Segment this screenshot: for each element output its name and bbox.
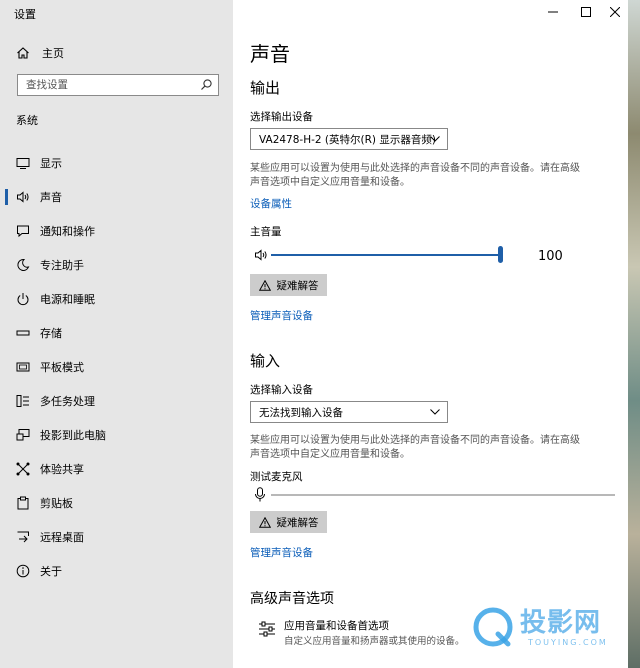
sidebar-item-shared-experiences[interactable]: 体验共享 xyxy=(0,452,233,486)
input-troubleshoot-button[interactable]: 疑难解答 xyxy=(250,511,327,533)
sidebar-item-label: 关于 xyxy=(40,565,62,578)
sidebar-item-tablet-mode[interactable]: 平板模式 xyxy=(0,350,233,384)
close-button[interactable] xyxy=(605,4,625,20)
sidebar-item-label: 平板模式 xyxy=(40,361,84,374)
sidebar-item-multitasking[interactable]: 多任务处理 xyxy=(0,384,233,418)
watermark-subtext: TOUYING.COM xyxy=(528,638,608,647)
multitask-icon xyxy=(16,395,29,407)
master-volume-label: 主音量 xyxy=(250,226,282,238)
moon-icon xyxy=(17,258,30,271)
sidebar-item-notifications[interactable]: 通知和操作 xyxy=(0,214,233,248)
sidebar-item-label: 存储 xyxy=(40,327,62,340)
sidebar-item-clipboard[interactable]: 剪贴板 xyxy=(0,486,233,520)
mic-test-label: 测试麦克风 xyxy=(250,471,303,483)
warning-icon xyxy=(258,516,271,528)
home-icon xyxy=(17,47,29,59)
sidebar-item-remote-desktop[interactable]: 远程桌面 xyxy=(0,520,233,554)
watermark-logo: 投影网 TOUYING.COM xyxy=(470,602,630,652)
troubleshoot-label: 疑难解答 xyxy=(276,516,319,529)
volume-speaker-icon[interactable] xyxy=(254,248,268,262)
maximize-icon xyxy=(581,7,591,17)
volume-fill xyxy=(271,254,503,256)
device-properties-link[interactable]: 设备属性 xyxy=(250,196,292,211)
output-device-label: 选择输出设备 xyxy=(250,111,313,123)
section-label-system: 系统 xyxy=(16,114,38,127)
sliders-icon xyxy=(259,621,275,637)
watermark-q-icon xyxy=(473,607,513,647)
sidebar-item-label: 远程桌面 xyxy=(40,531,84,544)
maximize-button[interactable] xyxy=(576,4,596,20)
sidebar-item-label: 电源和睡眠 xyxy=(40,293,95,306)
sidebar-item-label: 投影到此电脑 xyxy=(40,429,106,442)
sidebar-item-label: 声音 xyxy=(40,191,62,204)
project-icon xyxy=(16,429,30,441)
watermark-text: 投影网 xyxy=(520,608,602,638)
volume-thumb[interactable] xyxy=(498,246,503,263)
sidebar-item-storage[interactable]: 存储 xyxy=(0,316,233,350)
chevron-down-icon xyxy=(430,409,440,415)
notification-icon xyxy=(17,225,29,238)
storage-icon xyxy=(16,330,30,336)
minimize-button[interactable] xyxy=(543,4,563,20)
output-device-value: VA2478-H-2 (英特尔(R) 显示器音频) xyxy=(259,133,436,146)
warning-icon xyxy=(258,279,271,291)
chevron-down-icon xyxy=(430,136,440,142)
window-title: 设置 xyxy=(14,8,36,21)
output-device-dropdown[interactable]: VA2478-H-2 (英特尔(R) 显示器音频) xyxy=(250,128,448,150)
desktop-background xyxy=(628,0,640,668)
sidebar-item-label: 显示 xyxy=(40,157,62,170)
output-manage-devices-link[interactable]: 管理声音设备 xyxy=(250,308,313,323)
output-heading: 输出 xyxy=(250,79,281,97)
minimize-icon xyxy=(548,11,558,13)
troubleshoot-label: 疑难解答 xyxy=(276,279,319,292)
input-device-dropdown[interactable]: 无法找到输入设备 xyxy=(250,401,448,423)
search-input[interactable] xyxy=(18,78,198,92)
sidebar-item-label: 体验共享 xyxy=(40,463,84,476)
clipboard-icon xyxy=(17,496,29,510)
sidebar-item-label: 剪贴板 xyxy=(40,497,73,510)
volume-slider[interactable] xyxy=(271,246,505,264)
sidebar-item-power-sleep[interactable]: 电源和睡眠 xyxy=(0,282,233,316)
share-icon xyxy=(16,462,30,476)
advanced-heading: 高级声音选项 xyxy=(250,591,334,607)
app-volume-preferences[interactable]: 应用音量和设备首选项 自定义应用音量和扬声器或其使用的设备。 xyxy=(256,617,476,647)
page-title: 声音 xyxy=(250,42,290,66)
sidebar-item-display[interactable]: 显示 xyxy=(0,146,233,180)
speaker-icon xyxy=(17,191,29,203)
microphone-icon xyxy=(255,487,265,502)
sidebar: 设置 主页 系统 显示 声音 xyxy=(0,0,233,668)
output-troubleshoot-button[interactable]: 疑难解答 xyxy=(250,274,327,296)
volume-value: 100 xyxy=(538,249,563,264)
search-box[interactable] xyxy=(17,74,219,96)
tablet-icon xyxy=(16,362,30,372)
input-manage-devices-link[interactable]: 管理声音设备 xyxy=(250,545,313,560)
sidebar-item-label: 多任务处理 xyxy=(40,395,95,408)
sidebar-home[interactable]: 主页 xyxy=(16,44,64,62)
settings-window: 设置 主页 系统 显示 声音 xyxy=(0,0,628,668)
app-volume-desc: 自定义应用音量和扬声器或其使用的设备。 xyxy=(284,636,465,647)
power-icon xyxy=(17,293,29,306)
input-description: 某些应用可以设置为使用与此处选择的声音设备不同的声音设备。请在高级声音选项中自定… xyxy=(250,435,580,460)
display-icon xyxy=(16,158,30,169)
output-description: 某些应用可以设置为使用与此处选择的声音设备不同的声音设备。请在高级声音选项中自定… xyxy=(250,163,580,188)
home-label: 主页 xyxy=(42,47,64,60)
input-heading: 输入 xyxy=(250,352,281,370)
sidebar-item-label: 通知和操作 xyxy=(40,225,95,238)
search-icon[interactable] xyxy=(200,78,213,91)
sidebar-nav: 显示 声音 通知和操作 专注助手 电源和睡眠 存储 平板模式 多任务处理 投影到… xyxy=(0,146,233,588)
remote-desktop-icon xyxy=(17,531,29,543)
app-volume-title: 应用音量和设备首选项 xyxy=(284,620,389,632)
sidebar-item-project-to-pc[interactable]: 投影到此电脑 xyxy=(0,418,233,452)
input-device-value: 无法找到输入设备 xyxy=(259,406,343,419)
close-icon xyxy=(610,7,620,17)
info-icon xyxy=(16,564,30,578)
input-device-label: 选择输入设备 xyxy=(250,384,313,396)
sidebar-item-sound[interactable]: 声音 xyxy=(0,180,233,214)
sidebar-item-about[interactable]: 关于 xyxy=(0,554,233,588)
mic-level-meter xyxy=(271,494,615,496)
sidebar-item-focus-assist[interactable]: 专注助手 xyxy=(0,248,233,282)
sidebar-item-label: 专注助手 xyxy=(40,259,84,272)
